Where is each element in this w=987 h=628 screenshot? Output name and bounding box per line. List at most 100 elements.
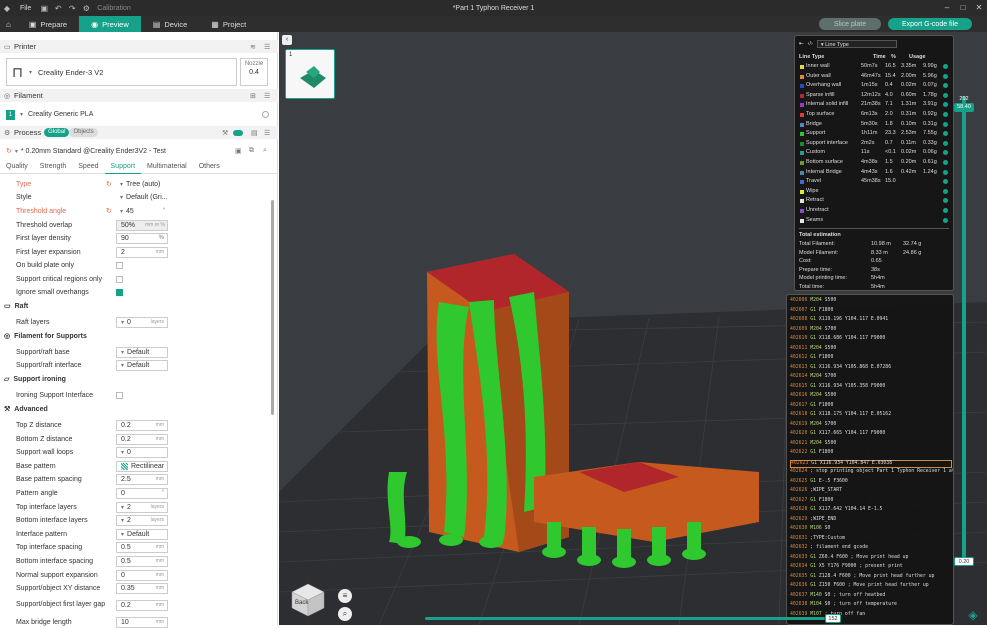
legend-row[interactable]: Wipe — [799, 188, 951, 197]
tab-device[interactable]: ▤ Device — [141, 16, 200, 32]
visibility-toggle-icon[interactable] — [943, 160, 948, 165]
visibility-toggle-icon[interactable] — [943, 169, 948, 175]
legend-row[interactable]: Support 1h11m 23.3 2.53m 7.55g — [799, 130, 951, 139]
visibility-toggle-icon[interactable] — [943, 188, 948, 194]
calibration-icon[interactable]: ⚙ — [79, 4, 93, 13]
collapse-legend-icon[interactable]: ⇤ — [799, 41, 804, 47]
tab-others[interactable]: Others — [193, 160, 226, 174]
legend-row[interactable]: Bridge 5m30s 1.8 0.10m 0.31g — [799, 121, 951, 130]
gcode-line[interactable]: 402634 G1 X5 Y176 F9000 ; present print — [790, 564, 952, 572]
visibility-toggle-icon[interactable] — [943, 64, 948, 69]
gcode-line[interactable]: 402631 ;TYPE:Custom — [790, 536, 952, 544]
layers-icon[interactable]: ◈ — [965, 607, 981, 623]
plate-thumbnail[interactable]: 1 — [285, 49, 335, 99]
legend-row[interactable]: Inner wall 50m7s 16.5 3.35m 9.99g — [799, 63, 951, 72]
filament-edit-icon[interactable] — [262, 111, 269, 118]
settings-scrollbar[interactable] — [271, 200, 274, 415]
tab-support[interactable]: Support — [104, 160, 142, 174]
save-preset-icon[interactable]: ▣ — [235, 147, 242, 155]
gcode-line[interactable]: 402608 G1 X119.196 Y104.117 E.0941 — [790, 317, 952, 325]
normal-expansion-input[interactable]: 0 mm — [116, 569, 168, 581]
bottom-interface-spacing-input[interactable]: 0.5 mm — [116, 555, 168, 567]
tab-strength[interactable]: Strength — [34, 160, 72, 174]
top-interface-spacing-input[interactable]: 0.5 mm — [116, 541, 168, 553]
top-interface-layers-input[interactable]: ▾ 2 layers — [116, 501, 168, 513]
pattern-angle-input[interactable]: 0 ° — [116, 487, 168, 499]
zoom-button[interactable]: ⌕ — [338, 607, 352, 621]
legend-row[interactable]: Travel 45m38s 15.0 — [799, 178, 951, 187]
tab-quality[interactable]: Quality — [0, 160, 34, 174]
raft-interface-select[interactable]: ▾ Default — [116, 359, 168, 371]
move-slider[interactable] — [425, 617, 825, 620]
gcode-line[interactable]: 402622 G1 F1800 — [790, 450, 952, 458]
max-bridge-input[interactable]: 10 mm — [116, 616, 168, 628]
wifi-icon[interactable]: ≋ — [250, 43, 256, 51]
on-build-plate-checkbox[interactable] — [116, 261, 123, 269]
export-gcode-button[interactable]: Export G-code file — [888, 18, 972, 30]
tab-project[interactable]: ▦ Project — [199, 16, 258, 32]
gcode-line[interactable]: 402611 M204 S500 — [790, 346, 952, 354]
interface-pattern-select[interactable]: ▾ Default — [116, 528, 168, 540]
bottom-interface-layers-input[interactable]: ▾ 2 layers — [116, 514, 168, 526]
gcode-line[interactable]: 402606 M204 S500 — [790, 298, 952, 306]
top-z-input[interactable]: 0.2 mm — [116, 419, 168, 431]
visibility-toggle-icon[interactable] — [943, 208, 948, 213]
gcode-line[interactable]: 402627 G1 F1800 — [790, 498, 952, 506]
tab-prepare[interactable]: ▣ Prepare — [17, 16, 79, 32]
save-icon[interactable]: ▣ — [37, 4, 51, 13]
style-select[interactable]: ▾ Default (Gri... — [116, 191, 168, 203]
advanced-icon[interactable]: ⚒ — [222, 129, 228, 137]
gcode-line[interactable]: 402609 M204 S700 — [790, 327, 952, 335]
tab-preview[interactable]: ◉ Preview — [79, 16, 141, 32]
gcode-viewer[interactable]: 402606 M204 S500 402607 G1 F1800 402608 G1… — [786, 294, 954, 625]
redo-icon[interactable]: ↷ — [65, 4, 79, 13]
search-icon[interactable]: ⌕ — [263, 147, 267, 155]
wall-loops-input[interactable]: ▾ 0 — [116, 446, 168, 458]
legend-row[interactable]: Retract — [799, 197, 951, 206]
visibility-toggle-icon[interactable] — [943, 140, 948, 146]
gcode-line[interactable]: 402619 M204 S700 — [790, 422, 952, 430]
raft-base-select[interactable]: ▾ Default — [116, 346, 168, 358]
legend-row[interactable]: Internal Bridge 4m43s 1.6 0.42m 1.24g — [799, 169, 951, 178]
gcode-line[interactable]: 402607 G1 F1800 — [790, 308, 952, 316]
gcode-line[interactable]: 402629 ;WIPE_END — [790, 517, 952, 525]
gcode-line[interactable]: 402621 M204 S500 — [790, 441, 952, 449]
view-type-select[interactable]: ▾ Line Type — [816, 40, 897, 48]
global-toggle[interactable]: Global — [44, 128, 70, 137]
gcode-line[interactable]: 402610 G1 X118.686 Y104.117 F9000 — [790, 336, 952, 344]
base-pattern-select[interactable]: Rectilinear — [116, 460, 168, 472]
move-slider-label[interactable]: 152 — [825, 614, 841, 623]
visibility-toggle-icon[interactable] — [943, 121, 948, 127]
gcode-line[interactable]: 402612 G1 F1800 — [790, 355, 952, 363]
reset-icon[interactable]: ↻ — [6, 147, 12, 155]
filament-row[interactable]: 1 ▾ Creality Generic PLA — [6, 109, 269, 120]
visibility-toggle-icon[interactable] — [943, 83, 948, 89]
objects-toggle[interactable]: Objects — [69, 128, 98, 137]
minimize-icon[interactable]: – — [939, 0, 955, 16]
gcode-line[interactable]: 402620 G1 X117.665 Y104.117 F9000 — [790, 431, 952, 439]
visibility-toggle-icon[interactable] — [943, 150, 948, 156]
gcode-line[interactable]: 402633 G1 Z60.4 F600 ; Move print head u… — [790, 555, 952, 563]
raft-layers-input[interactable]: ▾ 0 layers — [116, 316, 168, 328]
gcode-line[interactable]: 402638 M104 S0 ; turn off temperature — [790, 602, 952, 610]
gcode-line[interactable]: 402615 G1 X116.934 Y105.358 F9000 — [790, 384, 952, 392]
legend-row[interactable]: Overhang wall 1m15s 0.4 0.02m 0.07g — [799, 82, 951, 91]
slice-plate-button[interactable]: Slice plate — [819, 18, 881, 30]
ironing-interface-checkbox[interactable] — [116, 391, 123, 399]
gcode-line[interactable]: 402626 ;WIPE_START — [790, 488, 952, 496]
gcode-line[interactable]: 402637 M140 S0 ; turn off heatbed — [790, 593, 952, 601]
undo-icon[interactable]: ↶ — [51, 4, 65, 13]
ignore-small-checkbox[interactable] — [116, 288, 123, 296]
close-icon[interactable]: ✕ — [971, 0, 987, 16]
gcode-line[interactable]: 402632 ; filament end gcode — [790, 545, 952, 553]
process-preset-selector[interactable]: ↻ ▾ * 0.20mm Standard @Creality Ender3V2… — [6, 145, 276, 157]
menu-button[interactable]: ≡ — [338, 589, 352, 603]
critical-regions-checkbox[interactable] — [116, 275, 123, 283]
bottom-height-label[interactable]: 0.20 — [954, 557, 974, 566]
reset-icon[interactable]: ↻ — [106, 207, 112, 215]
visibility-toggle-icon[interactable] — [943, 198, 948, 204]
maximize-icon[interactable]: □ — [955, 0, 971, 16]
code-icon[interactable]: ‹/› — [808, 41, 813, 47]
visibility-toggle-icon[interactable] — [943, 112, 948, 117]
xy-distance-input[interactable]: 0.35 mm — [116, 582, 168, 594]
